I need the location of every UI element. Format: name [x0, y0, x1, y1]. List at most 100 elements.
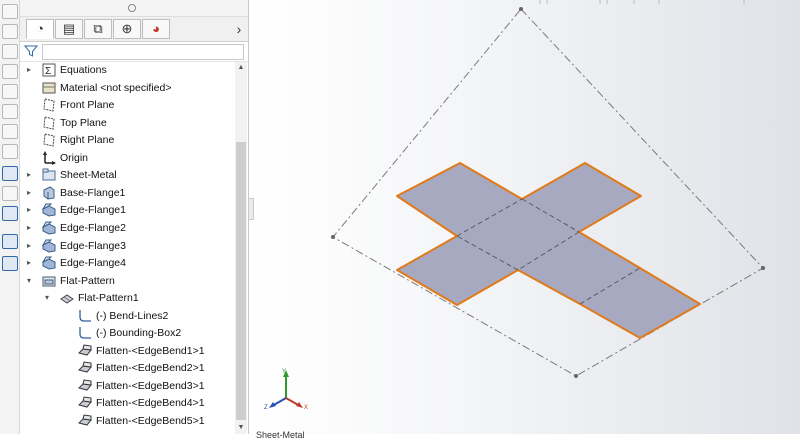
tree-item-label: Flatten-<EdgeBend4>1: [96, 397, 205, 410]
tree-item[interactable]: ▸ Edge-Flange2: [20, 220, 235, 238]
tree-item[interactable]: Flatten-<EdgeBend4>1: [20, 395, 235, 413]
tree-item[interactable]: ▸ Edge-Flange3: [20, 238, 235, 256]
command-strip: [0, 0, 20, 434]
tree-item[interactable]: Right Plane: [20, 132, 235, 150]
filter-input[interactable]: [42, 44, 244, 60]
expand-arrow-icon[interactable]: ▸: [25, 170, 33, 180]
strip-view-icon[interactable]: [2, 104, 18, 119]
feature-manager-panel: ◔ ▤ ⧉ ⊕ ◕ › ▸ Σ Equations Material <not spe…: [20, 0, 249, 434]
tree-item[interactable]: (-) Bend-Lines2: [20, 308, 235, 326]
filter-row: [20, 42, 248, 62]
tree-item[interactable]: Flatten-<EdgeBend2>1: [20, 360, 235, 378]
grip-dot-icon: [128, 4, 136, 12]
tree-item[interactable]: ▸ Base-Flange1: [20, 185, 235, 203]
expand-arrow-icon[interactable]: ▸: [25, 65, 33, 75]
flat-pattern-icon: [60, 294, 74, 304]
tab-property-manager[interactable]: ▤: [55, 19, 83, 39]
copy-tool-icon[interactable]: [2, 234, 18, 249]
select-tool-icon[interactable]: [2, 166, 18, 181]
equations-icon: Σ: [42, 63, 56, 77]
tree-item[interactable]: ▸ Σ Equations: [20, 62, 235, 80]
tree-item-label: Flatten-<EdgeBend5>1: [96, 415, 205, 427]
tree-item[interactable]: Flatten-<EdgeBend5>1: [20, 413, 235, 431]
bbox-corner: [574, 374, 578, 378]
graphics-area[interactable]: Y X Z Sheet-Metal: [254, 0, 800, 440]
configuration-manager-icon: ⧉: [93, 21, 103, 36]
flatten-icon: [78, 379, 92, 391]
display-tool-icon[interactable]: [2, 206, 18, 221]
feature-manager-icon: ◔: [36, 21, 44, 36]
edge-flange-icon: [42, 203, 56, 217]
sketch-icon: [79, 309, 91, 322]
tree-item[interactable]: Flatten-<EdgeBend3>1: [20, 378, 235, 396]
dimxpert-icon: ⊕: [121, 21, 133, 36]
tree-item[interactable]: Origin: [20, 150, 235, 168]
tree-item[interactable]: ▾ Flat-Pattern1: [20, 290, 235, 308]
strip-view-icon[interactable]: [2, 144, 18, 159]
strip-view-icon[interactable]: [2, 4, 18, 19]
sketch-icon: [79, 327, 91, 339]
plane-icon: [43, 133, 55, 147]
plane-icon: [43, 98, 55, 112]
tree-item-label: Edge-Flange3: [60, 239, 126, 252]
svg-text:X: X: [304, 405, 308, 411]
bbox-corner: [761, 266, 765, 270]
strip-view-icon[interactable]: [2, 124, 18, 139]
tree-item-label: Flatten-<EdgeBend3>1: [96, 379, 205, 392]
tree-item-label: Front Plane: [60, 99, 115, 112]
paste-tool-icon[interactable]: [2, 256, 18, 271]
bbox-corner: [331, 235, 335, 239]
expand-arrow-icon[interactable]: ▸: [25, 258, 33, 268]
tab-configuration-manager[interactable]: ⧉: [84, 19, 112, 39]
tab-feature-manager[interactable]: ◔: [26, 19, 54, 39]
expand-arrow-icon[interactable]: ▸: [25, 188, 33, 198]
tree-item[interactable]: Front Plane: [20, 97, 235, 115]
view-status-label: Sheet-Metal: [256, 430, 305, 440]
expand-arrow-icon[interactable]: ▸: [25, 241, 33, 251]
tree-item-label: Right Plane: [60, 134, 115, 147]
tree-item[interactable]: ▾ Flat-Pattern: [20, 273, 235, 291]
tree-item-label: Flatten-<EdgeBend1>1: [96, 344, 205, 357]
tree-item[interactable]: ▸ Sheet-Metal: [20, 167, 235, 185]
material-icon: [42, 82, 56, 94]
strip-view-icon[interactable]: [2, 64, 18, 79]
tree-item[interactable]: (-) Bounding-Box2: [20, 325, 235, 343]
tree-item-label: Flatten-<EdgeBend2>1: [96, 362, 205, 375]
scroll-down-icon[interactable]: ▼: [235, 422, 247, 434]
flatten-icon: [78, 361, 92, 373]
tree-item-label: Sheet-Metal: [60, 169, 117, 182]
tree-item-label: Base-Flange1: [60, 186, 126, 199]
tree-item[interactable]: ▸ Edge-Flange4: [20, 255, 235, 273]
scroll-thumb[interactable]: [236, 142, 246, 420]
edge-flange-icon: [42, 256, 56, 270]
svg-text:Σ: Σ: [45, 66, 51, 77]
tabs-more-button[interactable]: ›: [232, 19, 246, 39]
strip-tool-icon[interactable]: [2, 186, 18, 201]
tree-scrollbar[interactable]: ▲ ▼: [235, 62, 247, 434]
tree-item-label: (-) Bend-Lines2: [96, 309, 169, 322]
tree-item-label: Top Plane: [60, 116, 107, 129]
strip-view-icon[interactable]: [2, 24, 18, 39]
strip-view-icon[interactable]: [2, 84, 18, 99]
flat-pattern-folder-icon: [42, 276, 56, 287]
plane-icon: [43, 116, 55, 130]
flatten-icon: [78, 396, 92, 409]
filter-icon[interactable]: [24, 44, 38, 58]
tab-display-manager[interactable]: ◕: [142, 19, 170, 39]
expanded-arrow-icon[interactable]: ▾: [43, 293, 51, 303]
expand-arrow-icon[interactable]: ▸: [25, 205, 33, 215]
scroll-up-icon[interactable]: ▲: [235, 62, 247, 74]
svg-text:Z: Z: [264, 405, 268, 411]
tree-item-label: Flat-Pattern: [60, 274, 115, 287]
edge-flange-icon: [42, 239, 56, 253]
tree-item[interactable]: Flatten-<EdgeBend1>1: [20, 343, 235, 361]
tree-item[interactable]: Material <not specified>: [20, 80, 235, 98]
panel-grip[interactable]: [20, 0, 248, 17]
feature-tree: ▸ Σ Equations Material <not specified> Front…: [20, 62, 235, 434]
expanded-arrow-icon[interactable]: ▾: [25, 276, 33, 286]
tab-dimxpert-manager[interactable]: ⊕: [113, 19, 141, 39]
tree-item[interactable]: ▸ Edge-Flange1: [20, 202, 235, 220]
strip-view-icon[interactable]: [2, 44, 18, 59]
tree-item[interactable]: Top Plane: [20, 115, 235, 133]
expand-arrow-icon[interactable]: ▸: [25, 223, 33, 233]
